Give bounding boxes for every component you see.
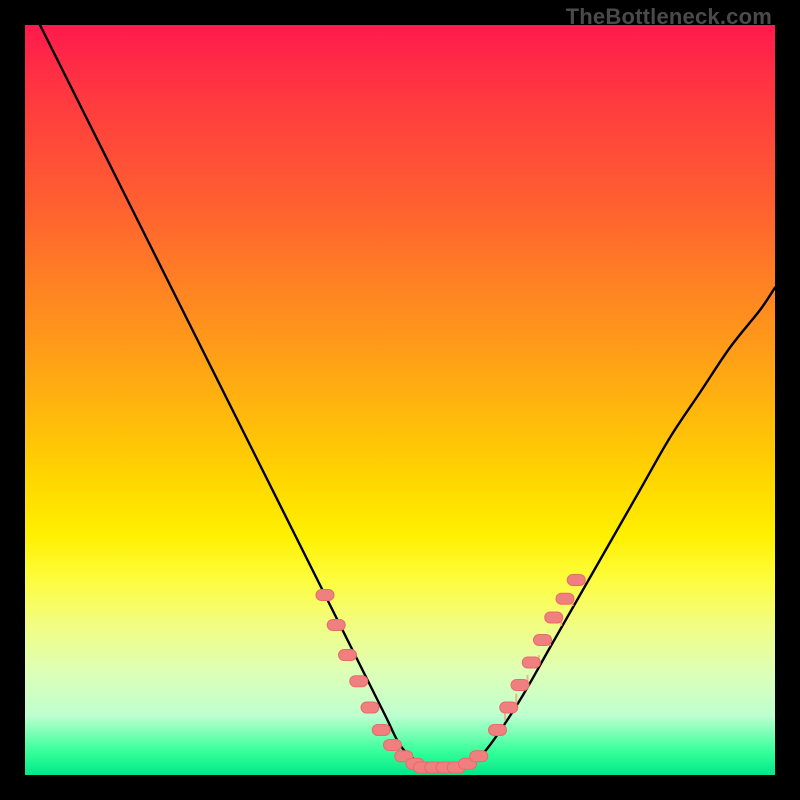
marker-right-cluster	[511, 680, 529, 691]
bottleneck-curve-chart	[25, 25, 775, 775]
marker-left-cluster	[316, 590, 334, 601]
attribution-text: TheBottleneck.com	[566, 4, 772, 30]
marker-left-cluster	[350, 676, 368, 687]
marker-left-cluster	[361, 702, 379, 713]
marker-left-cluster	[384, 740, 402, 751]
marker-right-cluster	[567, 575, 585, 586]
marker-right-cluster	[489, 725, 507, 736]
main-curve	[40, 25, 775, 768]
marker-right-cluster	[556, 593, 574, 604]
marker-right-cluster	[522, 657, 540, 668]
marker-right-cluster	[534, 635, 552, 646]
marker-right-cluster	[500, 702, 518, 713]
marker-left-cluster	[372, 725, 390, 736]
data-markers	[316, 575, 585, 774]
marker-left-cluster	[327, 620, 345, 631]
chart-frame	[25, 25, 775, 775]
marker-right-cluster	[545, 612, 563, 623]
marker-bottom-cluster	[470, 751, 488, 762]
marker-left-cluster	[339, 650, 357, 661]
